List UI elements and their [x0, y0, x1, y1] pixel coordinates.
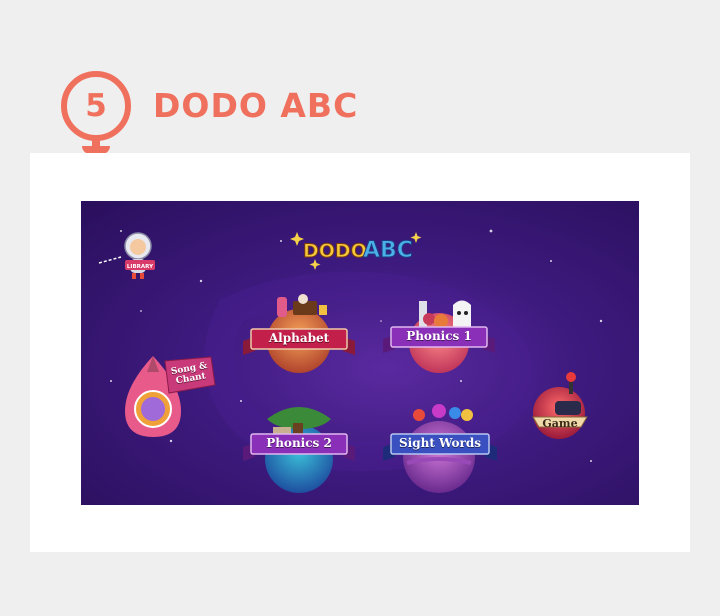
logo-abc: ABC — [363, 238, 413, 263]
logo-dodo: DODO — [303, 240, 367, 262]
step-number-badge: 5 — [61, 71, 131, 154]
song-chant-button[interactable] — [123, 353, 217, 443]
phonics2-button[interactable] — [247, 401, 351, 495]
alphabet-button[interactable] — [247, 293, 351, 383]
sight-words-button[interactable] — [387, 401, 491, 497]
game-button[interactable] — [527, 371, 591, 441]
app-screen: DODO ABC LIBRARY Alphabet Phonics 1 Phon… — [81, 201, 639, 505]
phonics1-button[interactable] — [387, 295, 491, 383]
library-button[interactable] — [115, 229, 161, 283]
dodo-abc-logo: DODO ABC — [303, 238, 414, 264]
section-title: DODO ABC — [153, 86, 359, 125]
step-number: 5 — [85, 88, 107, 124]
